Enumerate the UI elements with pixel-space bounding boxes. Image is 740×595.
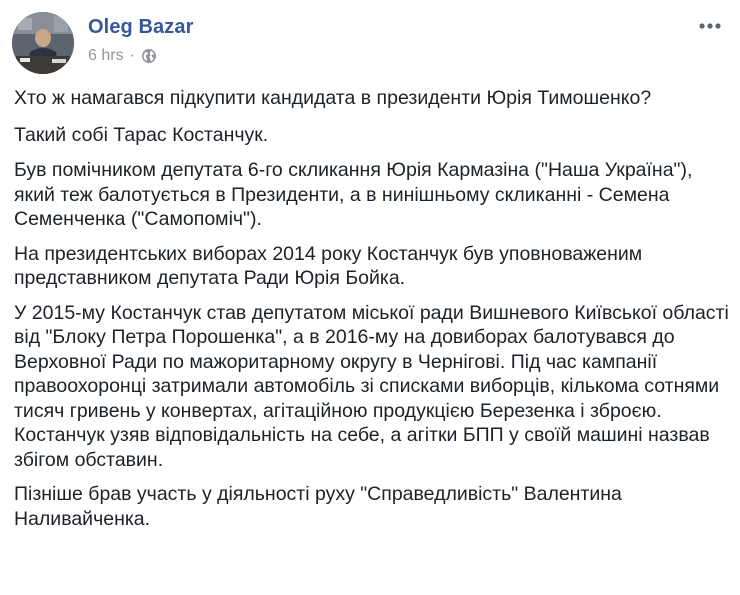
post-paragraph: Пізніше брав участь у діяльності руху "С… [14, 483, 622, 530]
meta-separator: · [129, 47, 135, 64]
post-body: Хто ж намагався підкупити кандидата в пр… [14, 86, 730, 541]
avatar[interactable] [12, 12, 74, 74]
post-paragraph: Такий собі Тарас Костанчук. [14, 123, 269, 146]
post-meta: 6 hrs · [88, 47, 157, 65]
post-header: Oleg Bazar 6 hrs · [12, 12, 728, 74]
globe-icon [141, 48, 157, 64]
more-options-icon[interactable] [696, 16, 724, 36]
post-paragraph: Був помічником депутата 6-го скликання Ю… [14, 159, 693, 230]
post-time[interactable]: 6 hrs [88, 47, 124, 65]
post-paragraph: Хто ж намагався підкупити кандидата в пр… [14, 87, 652, 109]
post-paragraph: На президентських виборах 2014 року Кост… [14, 242, 643, 290]
facebook-post: Oleg Bazar 6 hrs · Хто ж намагався підку… [0, 0, 740, 595]
post-paragraph: У 2015-му Костанчук став депутатом міськ… [14, 301, 729, 471]
author-name[interactable]: Oleg Bazar [88, 16, 193, 39]
